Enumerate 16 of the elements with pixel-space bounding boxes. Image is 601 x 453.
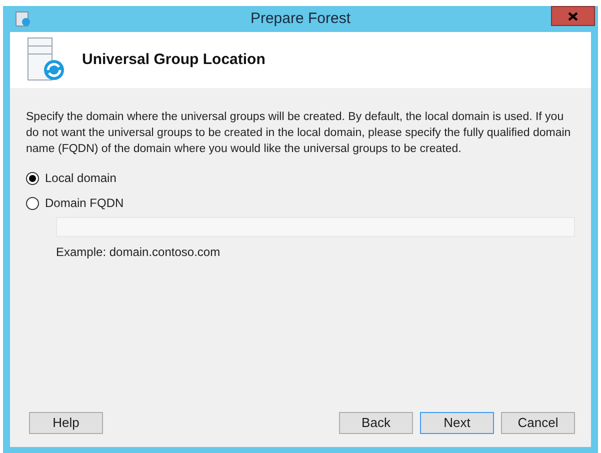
radio-option[interactable]: Domain FQDN xyxy=(26,194,575,212)
dialog-button[interactable]: Cancel xyxy=(501,412,575,434)
example-text: Example: domain.contoso.com xyxy=(56,244,222,261)
close-button[interactable] xyxy=(551,6,595,26)
window-title: Prepare Forest xyxy=(249,8,352,29)
description-text: Specify the domain where the universal groups will be created. By default, the local domain is used. If you do not want the universal groups to be created in the local domain, please specify the fully qualified domain name (FQDN) of the domain where you would like the universal groups to be created. xyxy=(26,110,572,157)
close-icon xyxy=(568,12,578,20)
radio-button[interactable] xyxy=(26,196,39,210)
dialog-button[interactable]: Help xyxy=(29,412,103,434)
dialog-button[interactable]: Back xyxy=(339,412,413,434)
dialog-button[interactable]: Next xyxy=(420,412,494,434)
radio-option[interactable]: Local domain xyxy=(26,169,575,187)
app-icon xyxy=(15,11,31,27)
page-title: Universal Group Location xyxy=(82,50,266,70)
server-icon xyxy=(26,37,66,83)
radio-button[interactable] xyxy=(26,172,39,184)
